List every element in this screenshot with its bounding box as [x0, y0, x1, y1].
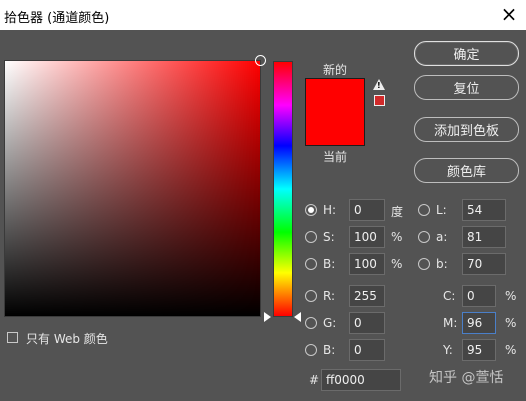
c-input[interactable]: 0	[462, 285, 496, 307]
a-radio[interactable]	[418, 231, 430, 243]
h-label: H:	[323, 203, 337, 217]
l-input[interactable]: 54	[462, 199, 506, 221]
close-icon[interactable]: ×	[498, 3, 520, 25]
field-cursor[interactable]	[255, 55, 266, 66]
r-label: R:	[323, 289, 336, 303]
current-color-label: 当前	[322, 150, 347, 164]
r-input[interactable]: 255	[349, 285, 385, 307]
web-only-checkbox[interactable]	[7, 332, 18, 343]
hex-input[interactable]: ff0000	[321, 369, 401, 391]
h-unit: 度	[391, 205, 404, 219]
b-hsb-radio[interactable]	[305, 258, 317, 270]
new-color-swatch	[305, 78, 365, 112]
b-lab-radio[interactable]	[418, 258, 430, 270]
hue-slider-right-arrow-icon[interactable]	[294, 312, 301, 322]
s-unit: %	[391, 230, 403, 244]
s-input[interactable]: 100	[349, 226, 385, 248]
l-label: L:	[436, 203, 447, 217]
b-lab-input[interactable]: 70	[462, 253, 506, 275]
a-label: a:	[436, 230, 448, 244]
color-libraries-button[interactable]: 颜色库	[414, 158, 519, 183]
l-radio[interactable]	[418, 204, 430, 216]
a-input[interactable]: 81	[462, 226, 506, 248]
window-title: 拾色器 (通道颜色)	[4, 11, 110, 26]
b-lab-label: b:	[436, 257, 448, 271]
s-radio[interactable]	[305, 231, 317, 243]
b-hsb-input[interactable]: 100	[349, 253, 385, 275]
ok-button[interactable]: 确定	[414, 41, 519, 66]
add-to-swatches-button[interactable]: 添加到色板	[414, 117, 519, 142]
saturation-brightness-field[interactable]	[4, 55, 266, 317]
b-rgb-input[interactable]: 0	[349, 339, 385, 361]
g-radio[interactable]	[305, 317, 317, 329]
y-label: Y:	[443, 343, 453, 357]
h-input[interactable]: 0	[349, 199, 385, 221]
r-radio[interactable]	[305, 290, 317, 302]
b-hsb-label: B:	[323, 257, 336, 271]
g-input[interactable]: 0	[349, 312, 385, 334]
hex-label: #	[309, 373, 320, 387]
new-color-label: 新的	[322, 63, 347, 77]
m-label: M:	[443, 316, 458, 330]
hue-slider[interactable]	[273, 61, 293, 317]
title-bar: 拾色器 (通道颜色) ×	[0, 0, 526, 30]
reset-button[interactable]: 复位	[414, 75, 519, 100]
b-rgb-radio[interactable]	[305, 344, 317, 356]
c-unit: %	[505, 289, 517, 303]
y-input[interactable]: 95	[462, 339, 496, 361]
g-label: G:	[323, 316, 337, 330]
h-radio[interactable]	[305, 204, 317, 216]
web-only-label[interactable]: 只有 Web 颜色	[26, 330, 108, 347]
gamut-color-chip[interactable]	[374, 95, 385, 106]
hue-slider-left-arrow-icon[interactable]	[264, 312, 271, 322]
m-input[interactable]: 96	[462, 312, 496, 334]
y-unit: %	[505, 343, 517, 357]
s-label: S:	[323, 230, 335, 244]
current-color-swatch[interactable]	[305, 112, 365, 146]
m-unit: %	[505, 316, 517, 330]
c-label: C:	[443, 289, 456, 303]
watermark-text: 知乎 @萱恬	[429, 370, 504, 386]
b-hsb-unit: %	[391, 257, 403, 271]
b-rgb-label: B:	[323, 343, 336, 357]
out-of-gamut-warning-icon[interactable]: !	[373, 79, 385, 90]
